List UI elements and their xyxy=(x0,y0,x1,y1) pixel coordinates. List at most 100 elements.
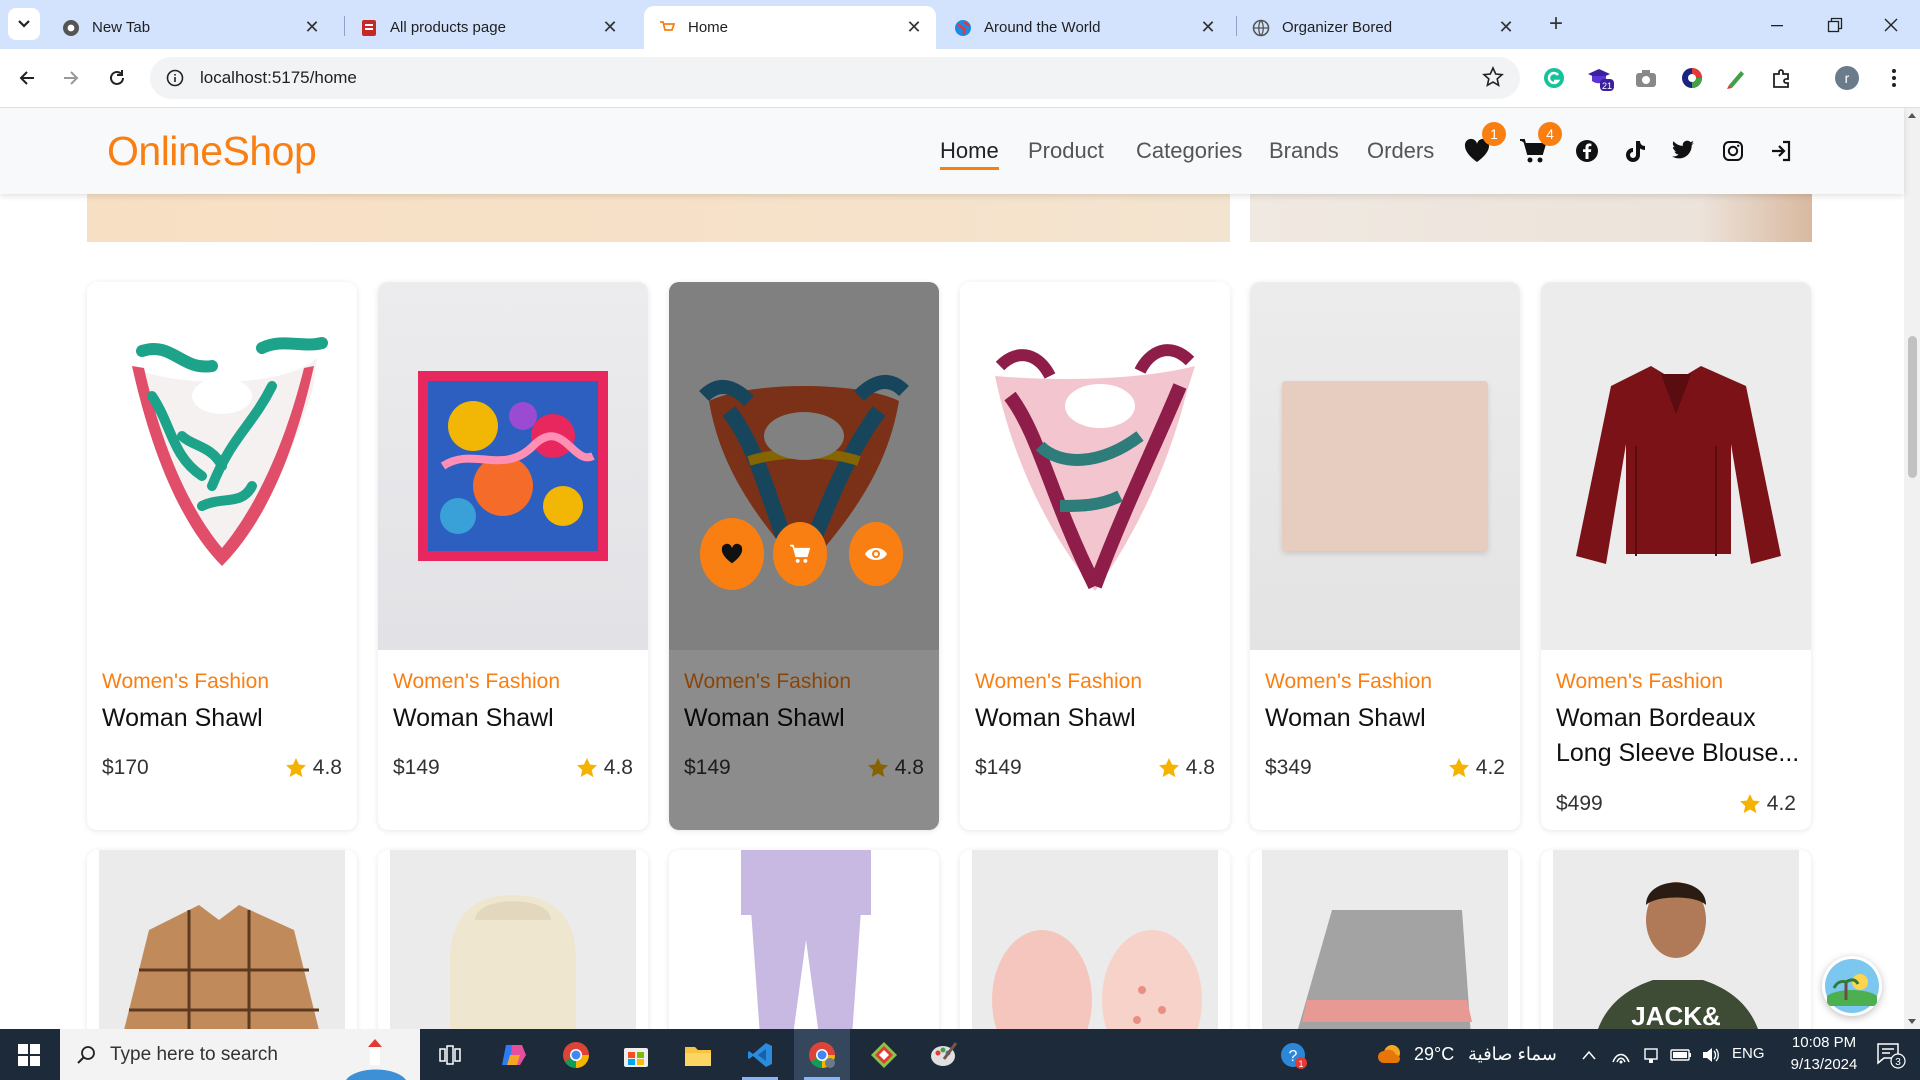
product-card[interactable] xyxy=(669,850,939,1029)
product-card[interactable] xyxy=(1250,850,1520,1029)
nav-brands[interactable]: Brands xyxy=(1269,138,1339,164)
close-tab-icon[interactable]: ✕ xyxy=(304,17,320,37)
camera-extension-icon[interactable] xyxy=(1632,64,1660,92)
bookmark-star-icon[interactable] xyxy=(1482,66,1504,93)
promo-banner-side[interactable] xyxy=(1250,194,1812,242)
product-image[interactable] xyxy=(87,282,357,650)
product-card[interactable] xyxy=(960,850,1230,1029)
file-explorer-icon[interactable] xyxy=(670,1029,726,1080)
close-tab-icon[interactable]: ✕ xyxy=(906,17,922,37)
pen-extension-icon[interactable] xyxy=(1722,64,1750,92)
clock-date[interactable]: 9/13/2024 xyxy=(1784,1056,1864,1073)
tab-organizer-bored[interactable]: Organizer Bored ✕ xyxy=(1238,6,1528,49)
facebook-icon[interactable] xyxy=(1572,136,1602,166)
start-button[interactable] xyxy=(0,1029,58,1080)
weather-temp[interactable]: 29°C xyxy=(1414,1044,1454,1065)
product-image[interactable] xyxy=(1262,850,1508,1029)
product-card[interactable]: Women's Fashion Woman Shawl $149 4.8 xyxy=(960,282,1230,830)
language-indicator[interactable]: ENG xyxy=(1732,1045,1765,1062)
notification-center-icon[interactable]: 3 xyxy=(1866,1029,1916,1080)
product-card[interactable]: Women's Fashion Woman Bordeaux Long Slee… xyxy=(1541,282,1811,830)
chrome-profile-taskbar-icon[interactable] xyxy=(794,1029,850,1080)
tab-search-button[interactable] xyxy=(8,8,40,40)
microsoft-store-icon[interactable] xyxy=(608,1029,664,1080)
tab-home[interactable]: Home ✕ xyxy=(644,6,936,49)
chatbot-launcher[interactable] xyxy=(1822,956,1882,1016)
volume-icon[interactable] xyxy=(1696,1029,1726,1080)
product-image[interactable] xyxy=(390,850,636,1029)
extensions-puzzle-icon[interactable] xyxy=(1768,64,1796,92)
tab-around-the-world[interactable]: Around the World ✕ xyxy=(940,6,1230,49)
chrome-taskbar-icon[interactable] xyxy=(548,1029,604,1080)
site-logo[interactable]: OnlineShop xyxy=(107,128,317,175)
nav-home[interactable]: Home xyxy=(940,138,999,170)
network-device-icon[interactable] xyxy=(1636,1029,1666,1080)
product-category[interactable]: Women's Fashion xyxy=(975,670,1142,694)
add-to-wishlist-button[interactable] xyxy=(700,518,764,590)
show-hidden-icons-chevron[interactable] xyxy=(1576,1029,1602,1080)
product-name[interactable]: Woman Shawl xyxy=(975,701,1220,736)
product-card[interactable]: JACK& xyxy=(1541,850,1811,1029)
cart-button[interactable]: 4 xyxy=(1518,122,1562,166)
address-bar[interactable]: localhost:5175/home xyxy=(150,57,1520,99)
site-info-icon[interactable] xyxy=(164,67,186,89)
battery-icon[interactable] xyxy=(1666,1029,1696,1080)
new-tab-button[interactable]: + xyxy=(1542,10,1570,38)
product-image[interactable] xyxy=(99,850,345,1029)
product-category[interactable]: Women's Fashion xyxy=(1556,670,1723,694)
wifi-icon[interactable] xyxy=(1606,1029,1636,1080)
restore-button[interactable] xyxy=(1806,0,1864,49)
browser-menu-icon[interactable] xyxy=(1880,64,1908,92)
scrollbar-thumb[interactable] xyxy=(1908,336,1917,478)
product-name[interactable]: Woman Shawl xyxy=(102,701,347,736)
profile-avatar[interactable]: r xyxy=(1832,63,1862,93)
clock-time[interactable]: 10:08 PM xyxy=(1784,1034,1864,1051)
product-card[interactable]: Women's Fashion Woman Shawl $149 4.8 xyxy=(378,282,648,830)
product-image[interactable] xyxy=(1541,282,1811,650)
forward-button[interactable] xyxy=(56,63,86,93)
product-image[interactable]: JACK& xyxy=(1553,850,1799,1029)
close-tab-icon[interactable]: ✕ xyxy=(1200,17,1216,37)
product-card[interactable] xyxy=(87,850,357,1029)
tab-new-tab[interactable]: New Tab ✕ xyxy=(48,6,334,49)
nav-orders[interactable]: Orders xyxy=(1367,138,1434,164)
product-image[interactable] xyxy=(960,282,1230,650)
login-icon[interactable] xyxy=(1766,136,1796,166)
vscode-icon[interactable] xyxy=(732,1029,788,1080)
product-card[interactable] xyxy=(378,850,648,1029)
nav-product[interactable]: Product xyxy=(1028,138,1104,164)
product-category[interactable]: Women's Fashion xyxy=(1265,670,1432,694)
product-card-hovered[interactable]: Women's Fashion Woman Shawl $149 4.8 xyxy=(669,282,939,830)
close-tab-icon[interactable]: ✕ xyxy=(602,17,618,37)
add-to-cart-button[interactable] xyxy=(773,522,827,586)
extension-mortarboard-icon[interactable]: 21 xyxy=(1586,64,1614,92)
instagram-icon[interactable] xyxy=(1718,136,1748,166)
product-image[interactable] xyxy=(681,850,927,1029)
product-name[interactable]: Woman Shawl xyxy=(393,701,638,736)
minimize-button[interactable] xyxy=(1748,0,1806,49)
promo-banner-main[interactable] xyxy=(87,194,1230,242)
reload-button[interactable] xyxy=(102,63,132,93)
tab-all-products[interactable]: All products page ✕ xyxy=(346,6,632,49)
wishlist-button[interactable]: 1 xyxy=(1462,122,1506,166)
product-name[interactable]: Woman Shawl xyxy=(1265,701,1510,736)
paint-icon[interactable] xyxy=(916,1029,972,1080)
product-card[interactable]: Women's Fashion Woman Shawl $170 4.8 xyxy=(87,282,357,830)
back-button[interactable] xyxy=(12,63,42,93)
product-name[interactable]: Woman Bordeaux Long Sleeve Blouse... xyxy=(1556,701,1801,771)
product-card[interactable]: Women's Fashion Woman Shawl $349 4.2 xyxy=(1250,282,1520,830)
close-window-button[interactable] xyxy=(1862,0,1920,49)
product-image[interactable] xyxy=(972,850,1218,1029)
quick-view-button[interactable] xyxy=(849,522,903,586)
product-image[interactable] xyxy=(378,282,648,650)
git-client-icon[interactable] xyxy=(856,1029,912,1080)
help-tray-icon[interactable]: ? 1 xyxy=(1268,1029,1318,1080)
product-category[interactable]: Women's Fashion xyxy=(102,670,269,694)
taskbar-search[interactable]: Type here to search xyxy=(60,1029,420,1080)
page-scrollbar[interactable] xyxy=(1904,108,1920,1029)
copilot-icon[interactable] xyxy=(486,1029,542,1080)
color-extension-icon[interactable] xyxy=(1678,64,1706,92)
twitter-icon[interactable] xyxy=(1668,136,1698,166)
nav-categories[interactable]: Categories xyxy=(1136,138,1242,164)
product-category[interactable]: Women's Fashion xyxy=(393,670,560,694)
